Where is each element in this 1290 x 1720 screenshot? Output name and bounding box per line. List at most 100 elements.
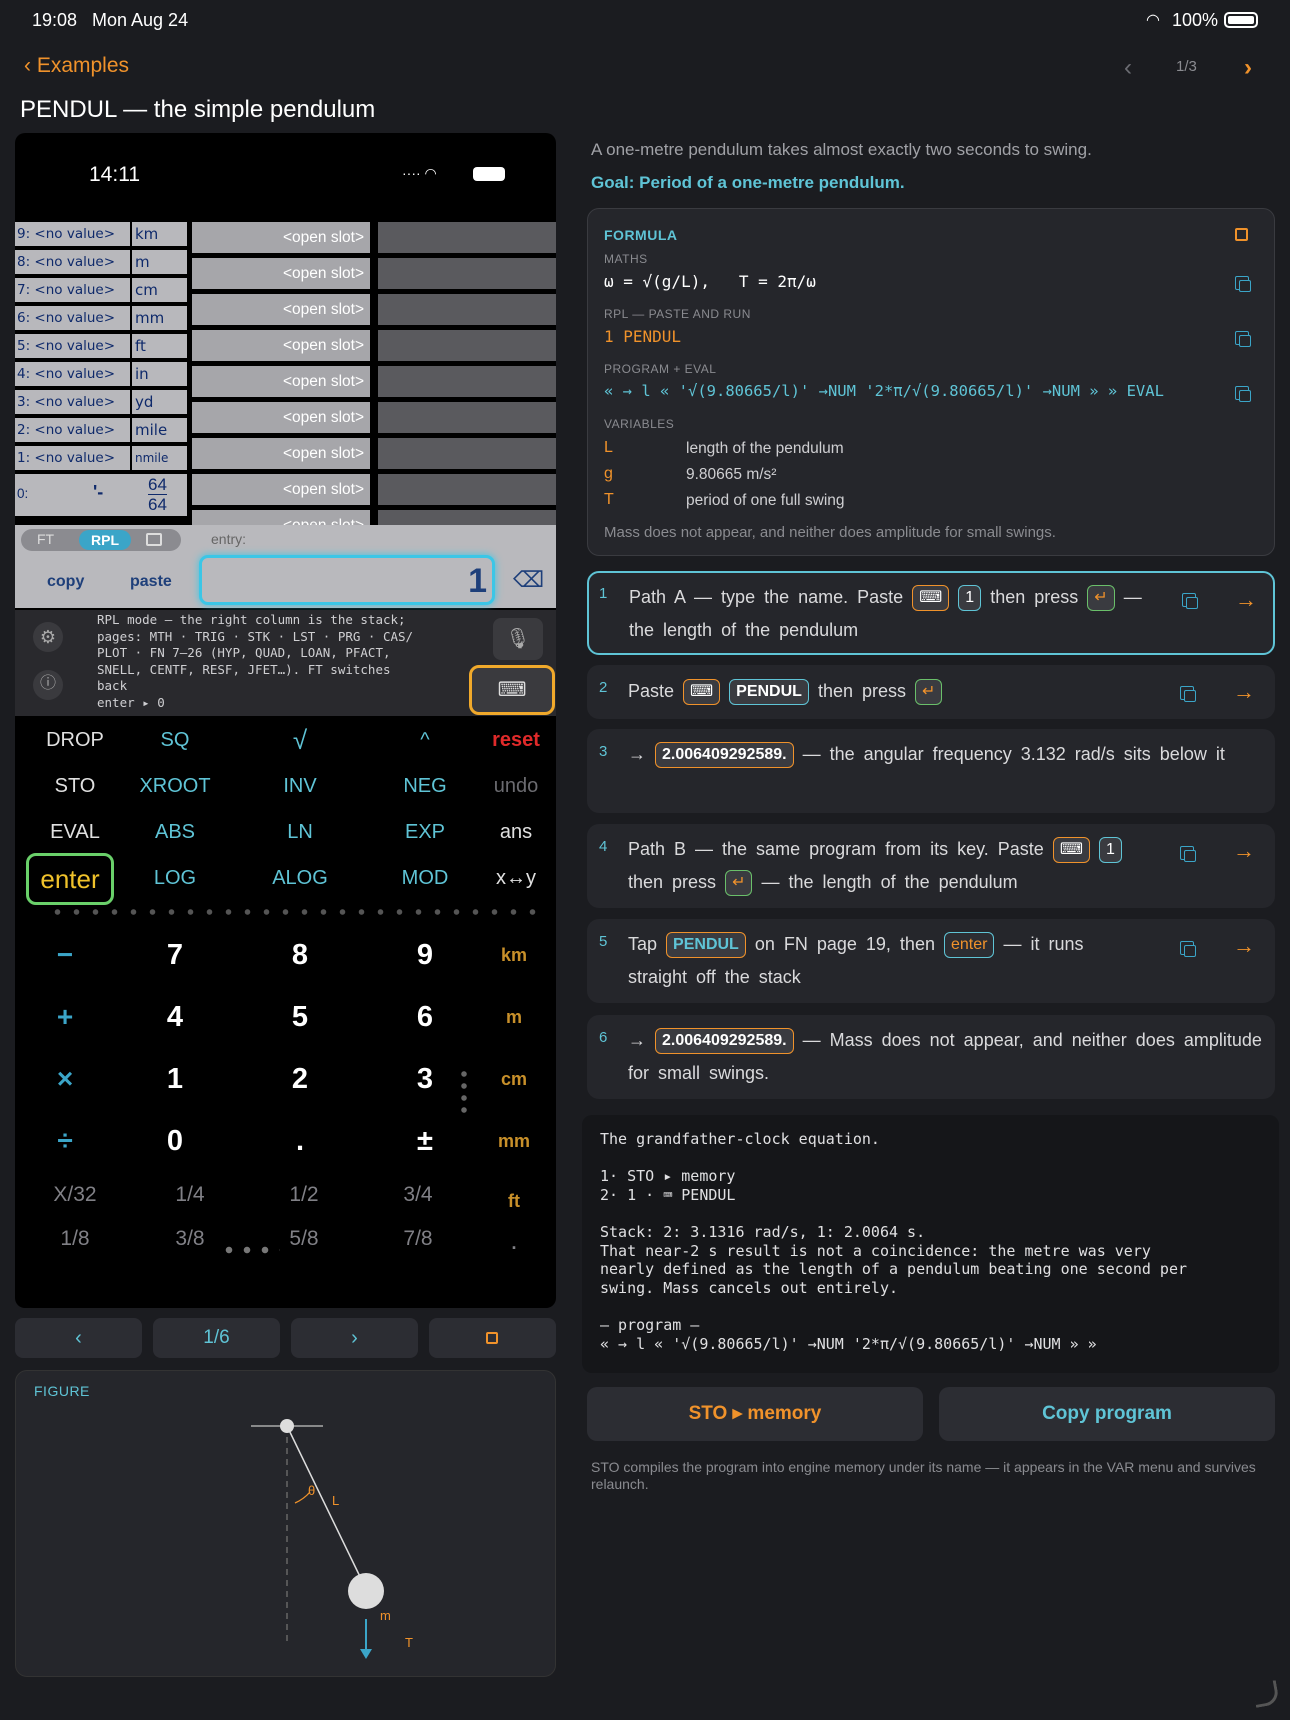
key-minus[interactable]: − bbox=[35, 939, 95, 971]
key-sq[interactable]: SQ bbox=[125, 729, 225, 752]
key-sto[interactable]: STO bbox=[25, 775, 125, 798]
mode-ft[interactable]: FT bbox=[37, 531, 54, 547]
register-label: 7: <no value> bbox=[15, 278, 130, 302]
key-mm[interactable]: mm bbox=[479, 1131, 549, 1152]
entry-value: 1 bbox=[468, 562, 487, 600]
key-5[interactable]: 5 bbox=[250, 1001, 350, 1034]
copy-icon[interactable] bbox=[1182, 593, 1198, 609]
open-slot[interactable]: <open slot> bbox=[192, 402, 370, 433]
run-arrow-icon[interactable]: → bbox=[1233, 679, 1255, 705]
key-0[interactable]: 0 bbox=[125, 1125, 225, 1158]
settings-icon[interactable]: ⚙ bbox=[33, 622, 63, 652]
step-card-1[interactable]: 1 Path A — type the name. Paste ⌨ 1 then… bbox=[587, 571, 1275, 655]
mode-toggle: FT RPL bbox=[21, 529, 181, 551]
key-cm[interactable]: cm bbox=[479, 1069, 549, 1090]
entry-field[interactable]: 1 bbox=[199, 555, 495, 605]
sto-memory-button[interactable]: STO ▸ memory bbox=[587, 1387, 923, 1441]
key-plusminus[interactable]: ± bbox=[375, 1125, 475, 1158]
key-dot[interactable]: . bbox=[479, 1233, 549, 1254]
open-slot[interactable]: <open slot> bbox=[192, 474, 370, 505]
screenshot-next-button[interactable]: › bbox=[291, 1318, 418, 1358]
run-arrow-icon[interactable]: → bbox=[1235, 587, 1257, 613]
copy-icon[interactable] bbox=[1180, 846, 1196, 862]
key-2[interactable]: 2 bbox=[250, 1063, 350, 1096]
key-inv[interactable]: INV bbox=[250, 775, 350, 798]
step-card-2[interactable]: 2 Paste ⌨ PENDUL then press ↵ → bbox=[587, 665, 1275, 719]
key-x32[interactable]: X/32 bbox=[30, 1183, 120, 1207]
run-arrow-icon[interactable]: → bbox=[1233, 933, 1255, 959]
copy-icon[interactable] bbox=[1180, 941, 1196, 957]
key-mod[interactable]: MOD bbox=[375, 867, 475, 890]
key-7[interactable]: 7 bbox=[125, 939, 225, 972]
backspace-icon[interactable]: ⌫ bbox=[513, 567, 544, 593]
key-decimal[interactable]: . bbox=[250, 1125, 350, 1158]
key-alog[interactable]: ALOG bbox=[250, 867, 350, 890]
key-plus[interactable]: + bbox=[35, 1001, 95, 1033]
keyboard-mode-icon[interactable] bbox=[146, 533, 162, 546]
paste-button[interactable]: paste bbox=[130, 573, 172, 591]
key-log[interactable]: LOG bbox=[125, 867, 225, 890]
key-7-8[interactable]: 7/8 bbox=[373, 1227, 463, 1251]
help-panel: ⚙ ⓘ RPL mode — the right column is the s… bbox=[15, 610, 556, 716]
key-9[interactable]: 9 bbox=[375, 939, 475, 972]
copy-icon[interactable] bbox=[1235, 331, 1251, 347]
key-drop[interactable]: DROP bbox=[25, 729, 125, 752]
key-eval[interactable]: EVAL bbox=[25, 821, 125, 844]
expand-button[interactable] bbox=[429, 1318, 556, 1358]
key-undo[interactable]: undo bbox=[473, 775, 556, 798]
copy-icon[interactable] bbox=[1235, 276, 1251, 292]
register-label: 1: <no value> bbox=[15, 446, 130, 470]
step-text-a: Path A — type the name. Paste bbox=[629, 587, 904, 607]
phone-battery-icon bbox=[473, 167, 505, 181]
key-8[interactable]: 8 bbox=[250, 939, 350, 972]
run-arrow-icon[interactable]: → bbox=[1233, 838, 1255, 864]
expand-formula-icon[interactable] bbox=[1235, 228, 1248, 241]
key-ln[interactable]: LN bbox=[250, 821, 350, 844]
keyboard-icon[interactable]: ⌨ bbox=[469, 665, 555, 715]
key-3-4[interactable]: 3/4 bbox=[373, 1183, 463, 1207]
copy-icon[interactable] bbox=[1180, 686, 1196, 702]
key-sqrt[interactable]: √ bbox=[250, 725, 350, 756]
open-slot[interactable]: <open slot> bbox=[192, 438, 370, 469]
back-examples-link[interactable]: ‹ Examples bbox=[24, 54, 129, 78]
key-abs[interactable]: ABS bbox=[125, 821, 225, 844]
key-xroot[interactable]: XROOT bbox=[125, 775, 225, 798]
key-ft[interactable]: ft bbox=[479, 1191, 549, 1212]
key-power[interactable]: ^ bbox=[375, 729, 475, 752]
scroll-dots bbox=[458, 1068, 470, 1118]
key-km[interactable]: km bbox=[479, 945, 549, 966]
key-6[interactable]: 6 bbox=[375, 1001, 475, 1034]
copy-button[interactable]: copy bbox=[47, 573, 84, 591]
key-neg[interactable]: NEG bbox=[375, 775, 475, 798]
step-card-4[interactable]: 4 Path B — the same program from its key… bbox=[587, 824, 1275, 908]
key-4[interactable]: 4 bbox=[125, 1001, 225, 1034]
key-exp[interactable]: EXP bbox=[375, 821, 475, 844]
key-swap[interactable]: x↔y bbox=[473, 867, 556, 890]
key-1[interactable]: 1 bbox=[125, 1063, 225, 1096]
open-slot[interactable]: <open slot> bbox=[192, 294, 370, 325]
info-icon[interactable]: ⓘ bbox=[33, 670, 63, 700]
formula-card: FORMULA MATHS ω = √(g/L), T = 2π/ω RPL —… bbox=[587, 208, 1275, 556]
key-1-4[interactable]: 1/4 bbox=[145, 1183, 235, 1207]
key-m[interactable]: m bbox=[479, 1007, 549, 1028]
key-1-2[interactable]: 1/2 bbox=[259, 1183, 349, 1207]
open-slot[interactable]: <open slot> bbox=[192, 330, 370, 361]
key-divide[interactable]: ÷ bbox=[35, 1125, 95, 1157]
key-reset[interactable]: reset bbox=[473, 729, 556, 752]
open-slot[interactable]: <open slot> bbox=[192, 258, 370, 289]
copy-icon[interactable] bbox=[1235, 386, 1251, 402]
key-enter[interactable]: enter bbox=[26, 853, 114, 905]
prev-page-button[interactable]: ‹ bbox=[1124, 54, 1132, 82]
microphone-icon[interactable]: 🎙 bbox=[493, 618, 543, 660]
screenshot-prev-button[interactable]: ‹ bbox=[15, 1318, 142, 1358]
step-card-5[interactable]: 5 Tap PENDUL on FN page 19, then enter —… bbox=[587, 919, 1275, 1003]
key-multiply[interactable]: × bbox=[35, 1063, 95, 1095]
next-page-button[interactable]: › bbox=[1244, 54, 1252, 82]
copy-program-button[interactable]: Copy program bbox=[939, 1387, 1275, 1441]
open-slot[interactable]: <open slot> bbox=[192, 366, 370, 397]
key-1-8[interactable]: 1/8 bbox=[30, 1227, 120, 1251]
open-slot[interactable]: <open slot> bbox=[192, 222, 370, 253]
pencil-icon[interactable] bbox=[1252, 1680, 1280, 1708]
mode-rpl[interactable]: RPL bbox=[79, 530, 131, 550]
key-ans[interactable]: ans bbox=[473, 821, 556, 844]
